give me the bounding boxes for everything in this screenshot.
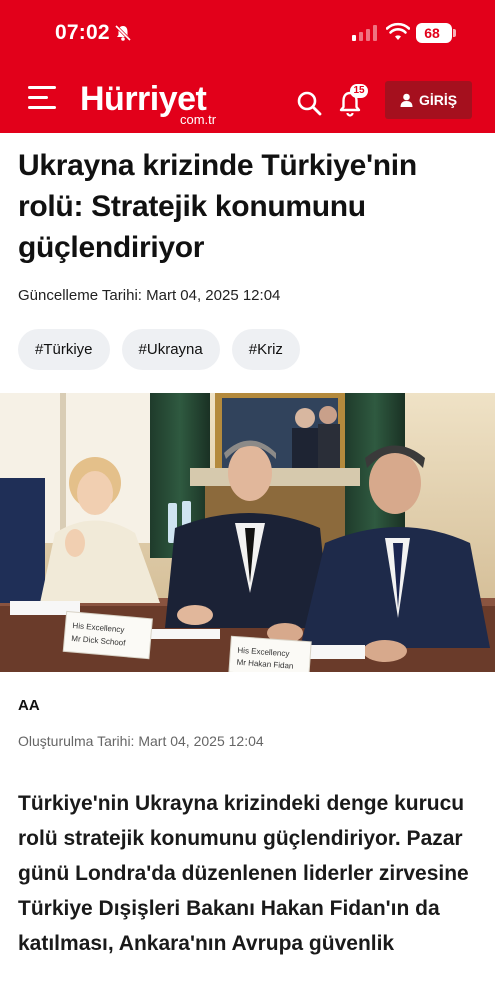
tag-ukrayna[interactable]: #Ukrayna	[121, 329, 220, 370]
created-date: Oluşturulma Tarihi: Mart 04, 2025 12:04	[18, 733, 264, 749]
notification-button[interactable]: 15	[338, 84, 368, 117]
cellular-signal-icon	[352, 25, 377, 41]
battery-indicator: 68	[416, 23, 456, 43]
hamburger-menu-icon[interactable]	[28, 86, 56, 110]
search-icon[interactable]	[296, 90, 322, 116]
updated-date: Güncelleme Tarihi: Mart 04, 2025 12:04	[18, 287, 281, 304]
placard-left: His Excellency Mr Dick Schoof	[62, 610, 153, 660]
article-lead: Türkiye'nin Ukrayna krizindeki denge kur…	[18, 792, 469, 955]
tag-kriz[interactable]: #Kriz	[231, 329, 300, 370]
login-button[interactable]: GİRİŞ	[385, 81, 472, 119]
battery-level: 68	[424, 25, 440, 41]
user-icon	[400, 93, 413, 107]
status-bar: 07:02 68	[0, 0, 495, 66]
article-source: AA	[18, 697, 40, 714]
logo-domain: com.tr	[180, 112, 217, 127]
hurriyet-logo[interactable]: Hürriyet com.tr	[80, 80, 230, 132]
placard-right: His Excellency Mr Hakan Fidan	[228, 635, 312, 672]
article-headline: Ukrayna krizinde Türkiye'nin rolü: Strat…	[18, 149, 417, 264]
login-label: GİRİŞ	[418, 92, 458, 108]
tag-list: #Türkiye #Ukrayna #Kriz	[18, 329, 300, 370]
wifi-icon	[386, 22, 410, 40]
bell-off-icon	[114, 24, 132, 42]
status-time: 07:02	[55, 21, 110, 44]
article-photo: His Excellency Mr Dick Schoof His Excell…	[0, 393, 495, 672]
notification-badge: 15	[350, 84, 368, 98]
top-header: 07:02 68 Hürriyet com.tr 15 GİRİŞ	[0, 0, 495, 133]
tag-turkiye[interactable]: #Türkiye	[18, 329, 110, 370]
navigation-bar: Hürriyet com.tr 15 GİRİŞ	[0, 66, 495, 133]
